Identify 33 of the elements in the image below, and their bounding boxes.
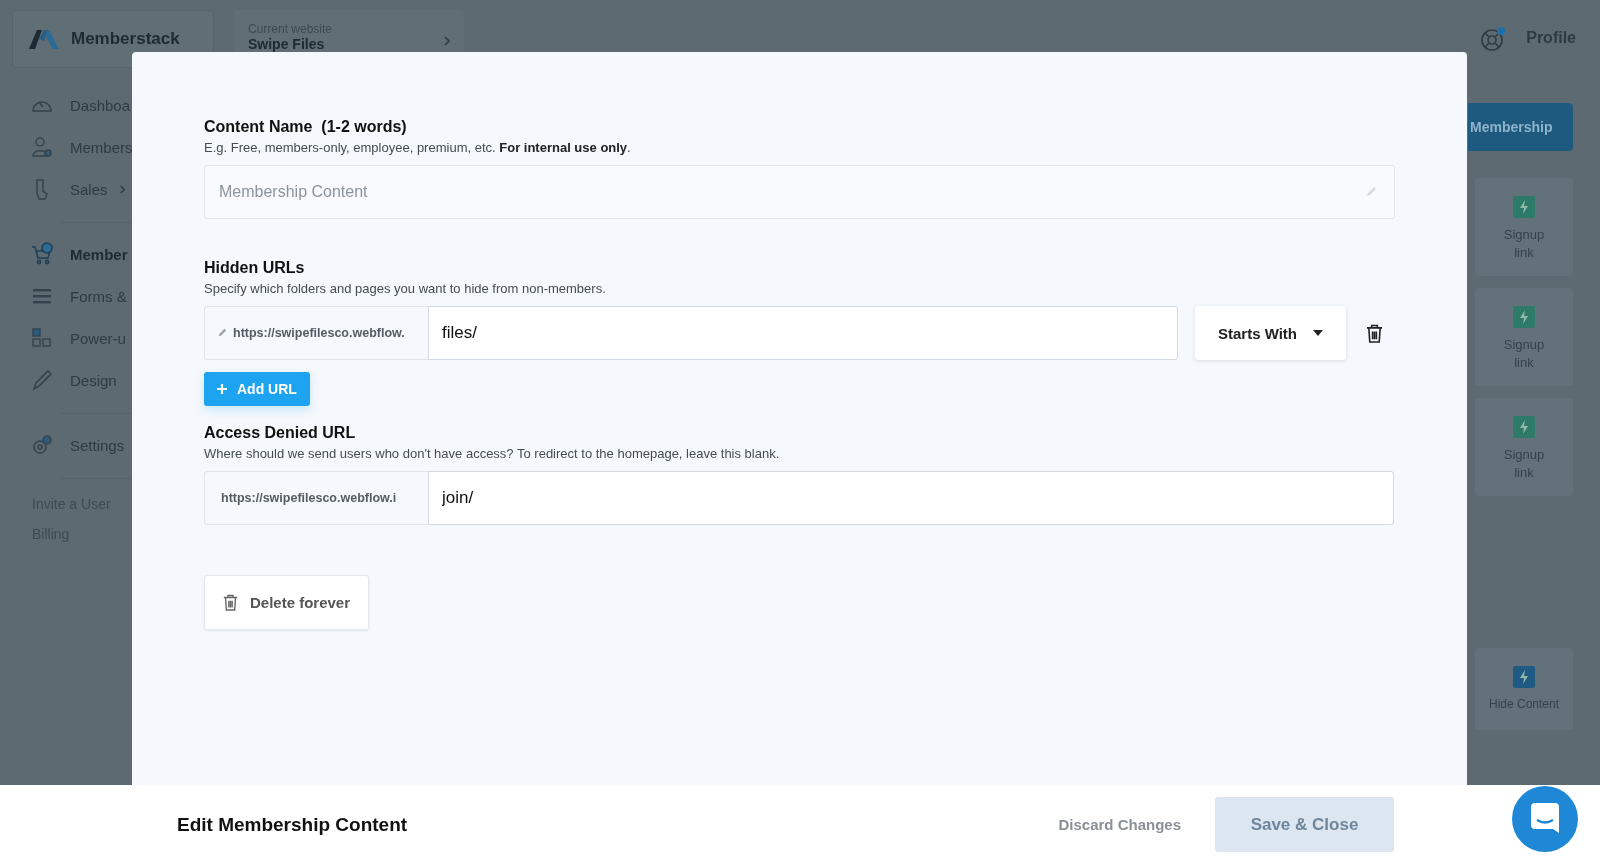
discard-button[interactable]: Discard Changes bbox=[1052, 815, 1187, 834]
url-field[interactable]: files/ bbox=[428, 306, 1178, 360]
pencil-icon bbox=[217, 328, 227, 338]
field-hint: Specify which folders and pages you want to hide from non-members. bbox=[204, 281, 607, 296]
field-label: Access Denied URL bbox=[204, 424, 357, 442]
person-icon bbox=[30, 135, 54, 159]
caret-icon bbox=[1313, 330, 1323, 336]
pen-icon bbox=[30, 368, 54, 392]
match-dropdown[interactable]: Starts With bbox=[1195, 306, 1346, 360]
cart-icon bbox=[30, 242, 54, 266]
brand-name: Memberstack bbox=[71, 29, 180, 49]
add-url-button[interactable]: Add URL bbox=[204, 372, 310, 406]
trash-icon bbox=[223, 594, 238, 611]
field-hint: Where should we send users who don't have access? To redirect to the homepage, leave this blank. bbox=[204, 446, 781, 461]
chevron-icon bbox=[442, 36, 452, 46]
delete-button[interactable]: Delete forever bbox=[204, 575, 370, 630]
pencil-icon bbox=[1365, 186, 1377, 198]
field-label: Content Name (1-2 words) bbox=[204, 118, 408, 136]
lifebuoy-icon[interactable] bbox=[1480, 26, 1507, 52]
footer-title: Edit Membership Content bbox=[177, 813, 408, 836]
logo-icon bbox=[27, 27, 61, 51]
nav-item[interactable]: Member bbox=[30, 233, 132, 275]
url-prefix: https://swipefilesco.webflow. bbox=[204, 306, 428, 360]
blocks-icon bbox=[30, 326, 54, 350]
plus-icon bbox=[217, 384, 227, 394]
trash-icon[interactable] bbox=[1366, 323, 1383, 343]
field-hint: E.g. Free, members-only, employee, premium, etc. For internal use only. bbox=[204, 140, 632, 155]
chat-icon[interactable] bbox=[1511, 785, 1579, 853]
field-label: Hidden URLs bbox=[204, 259, 306, 277]
url-field[interactable]: join/ bbox=[428, 471, 1394, 525]
url-prefix: https://swipefilesco.webflow.i bbox=[204, 471, 428, 525]
membership-button[interactable]: Membership bbox=[1468, 103, 1573, 151]
name-field[interactable]: Membership Content bbox=[204, 165, 1395, 219]
